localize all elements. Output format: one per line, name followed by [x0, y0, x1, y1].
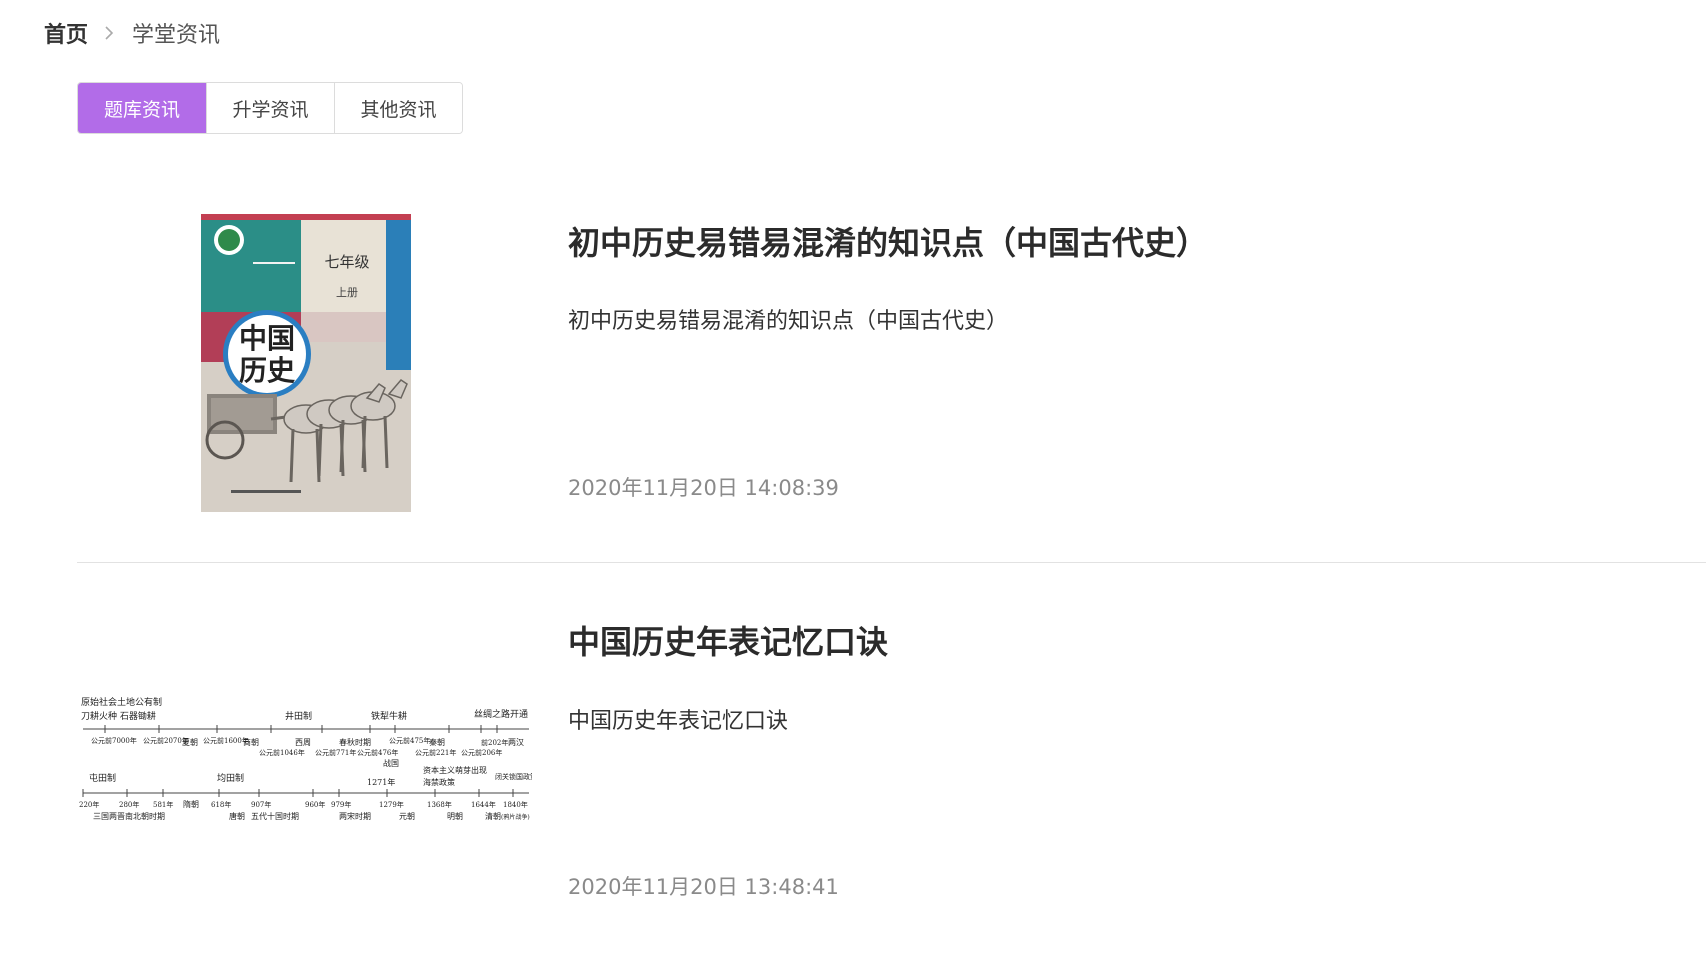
- svg-text:屯田制: 屯田制: [89, 772, 116, 784]
- svg-text:均田制: 均田制: [217, 772, 244, 784]
- svg-text:井田制: 井田制: [285, 710, 312, 722]
- article-summary: 初中历史易错易混淆的知识点（中国古代史）: [568, 309, 1009, 334]
- tab-question-bank-news[interactable]: 题库资讯: [78, 83, 206, 133]
- svg-text:隋朝: 隋朝: [183, 799, 199, 809]
- category-tabs: 题库资讯 升学资讯 其他资讯: [77, 82, 463, 134]
- svg-text:秦朝: 秦朝: [429, 737, 445, 747]
- svg-text:刀耕火种 石器锄耕: 刀耕火种 石器锄耕: [81, 710, 156, 722]
- svg-text:220年: 220年: [79, 800, 99, 809]
- article-thumbnail-textbook-cover[interactable]: 七年级 上册 中国 历史: [201, 214, 411, 512]
- svg-text:公元前476年: 公元前476年: [357, 748, 398, 757]
- svg-text:1644年: 1644年: [471, 800, 496, 809]
- breadcrumb-home-link[interactable]: 首页: [44, 17, 88, 49]
- breadcrumb: 首页 学堂资讯: [44, 18, 220, 48]
- svg-text:618年: 618年: [211, 800, 231, 809]
- svg-text:1368年: 1368年: [427, 800, 452, 809]
- svg-text:两宋时期: 两宋时期: [339, 811, 371, 821]
- breadcrumb-current: 学堂资讯: [132, 23, 221, 48]
- svg-text:公元前1046年: 公元前1046年: [259, 748, 305, 757]
- tab-other-news[interactable]: 其他资讯: [334, 83, 462, 133]
- svg-text:五代十国时期: 五代十国时期: [251, 811, 299, 821]
- svg-text:西周: 西周: [295, 738, 311, 747]
- svg-text:公元前7000年: 公元前7000年: [91, 736, 137, 745]
- svg-text:元朝: 元朝: [399, 812, 415, 821]
- tab-admission-news[interactable]: 升学资讯: [206, 83, 334, 133]
- svg-text:海禁政策: 海禁政策: [423, 777, 455, 787]
- svg-text:春秋时期: 春秋时期: [339, 737, 371, 747]
- svg-text:公元前475年: 公元前475年: [389, 736, 430, 745]
- svg-text:280年: 280年: [119, 800, 139, 809]
- article-item[interactable]: 七年级 上册 中国 历史 初中历史易错易混淆的知识点（中国古代史） 初中历史易错…: [77, 178, 1706, 562]
- svg-text:三国两晋南北朝时期: 三国两晋南北朝时期: [93, 811, 165, 821]
- svg-text:原始社会土地公有制: 原始社会土地公有制: [81, 696, 162, 708]
- svg-text:丝绸之路开通: 丝绸之路开通: [474, 708, 528, 720]
- svg-text:(鸦片战争): (鸦片战争): [501, 813, 530, 821]
- svg-text:铁犁牛耕: 铁犁牛耕: [371, 710, 407, 722]
- cover-volume-text: 上册: [336, 286, 358, 299]
- svg-text:商朝: 商朝: [243, 737, 259, 747]
- cover-subject-line1: 中国: [239, 322, 295, 355]
- svg-text:明朝: 明朝: [447, 812, 463, 821]
- cover-grade-text: 七年级: [324, 253, 369, 271]
- svg-text:公元前206年: 公元前206年: [461, 748, 502, 757]
- cover-subject-line2: 历史: [239, 354, 295, 387]
- svg-text:979年: 979年: [331, 800, 351, 809]
- svg-text:1840年: 1840年: [503, 800, 528, 809]
- svg-text:1279年: 1279年: [379, 800, 404, 809]
- article-date: 2020年11月20日 13:48:41: [568, 875, 839, 899]
- svg-text:907年: 907年: [251, 800, 271, 809]
- article-summary: 中国历史年表记忆口诀: [568, 709, 789, 734]
- svg-text:资本主义萌芽出现: 资本主义萌芽出现: [423, 765, 487, 775]
- svg-text:战国: 战国: [383, 758, 399, 768]
- svg-text:960年: 960年: [305, 800, 325, 809]
- svg-text:公元前1600年: 公元前1600年: [203, 736, 249, 745]
- article-item[interactable]: 原始社会土地公有制 刀耕火种 石器锄耕 井田制 铁犁牛耕 丝绸之路开通 公元前7…: [77, 562, 1706, 955]
- svg-text:夏朝: 夏朝: [182, 738, 198, 747]
- svg-text:公元前221年: 公元前221年: [415, 748, 456, 757]
- svg-text:1271年: 1271年: [367, 777, 395, 787]
- svg-text:清朝: 清朝: [485, 811, 501, 821]
- article-list: 七年级 上册 中国 历史 初中历史易错易混淆的知识点（中国古代史） 初中历史易错…: [77, 178, 1706, 955]
- article-date: 2020年11月20日 14:08:39: [568, 476, 839, 500]
- article-title[interactable]: 初中历史易错易混淆的知识点（中国古代史）: [568, 218, 1208, 264]
- article-title[interactable]: 中国历史年表记忆口诀: [568, 617, 888, 663]
- svg-text:581年: 581年: [153, 800, 173, 809]
- chevron-right-icon: [96, 18, 122, 48]
- article-thumbnail-timeline[interactable]: 原始社会土地公有制 刀耕火种 石器锄耕 井田制 铁犁牛耕 丝绸之路开通 公元前7…: [77, 693, 532, 843]
- svg-text:公元前771年: 公元前771年: [315, 748, 356, 757]
- svg-text:两汉: 两汉: [508, 738, 524, 747]
- svg-text:前202年: 前202年: [481, 738, 508, 747]
- svg-text:唐朝: 唐朝: [229, 811, 245, 821]
- svg-text:闭关锁国政策: 闭关锁国政策: [495, 772, 532, 781]
